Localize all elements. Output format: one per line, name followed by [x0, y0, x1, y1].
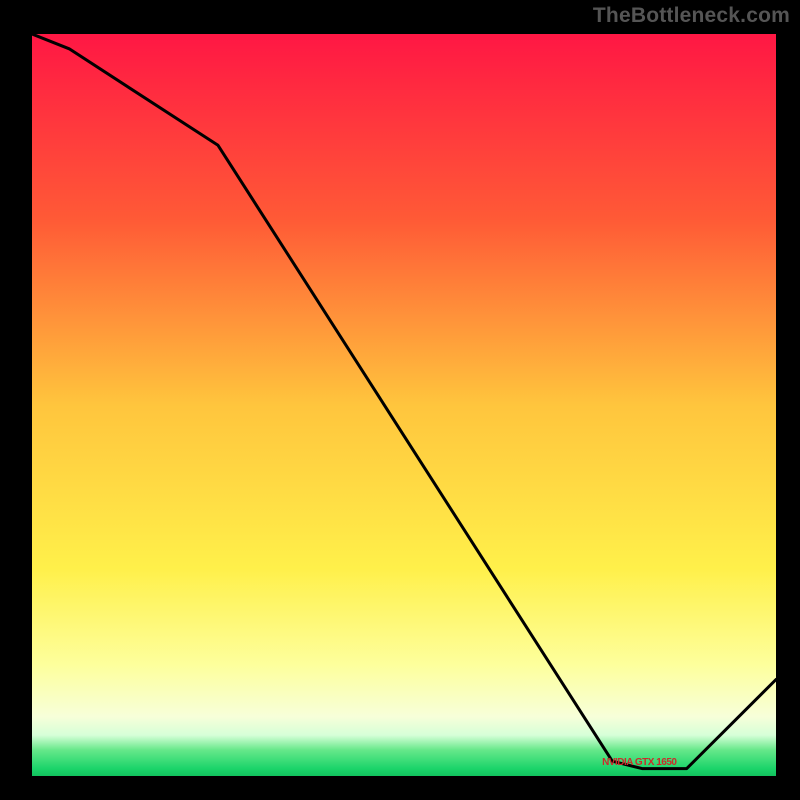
- bottleneck-chart: [32, 34, 776, 776]
- chart-frame: TheBottleneck.com NVIDIA GTX 1650: [0, 0, 800, 800]
- gpu-annotation-label: NVIDIA GTX 1650: [602, 757, 676, 768]
- attribution-label: TheBottleneck.com: [593, 4, 790, 28]
- chart-background: [32, 34, 776, 776]
- plot-area: NVIDIA GTX 1650: [28, 30, 780, 780]
